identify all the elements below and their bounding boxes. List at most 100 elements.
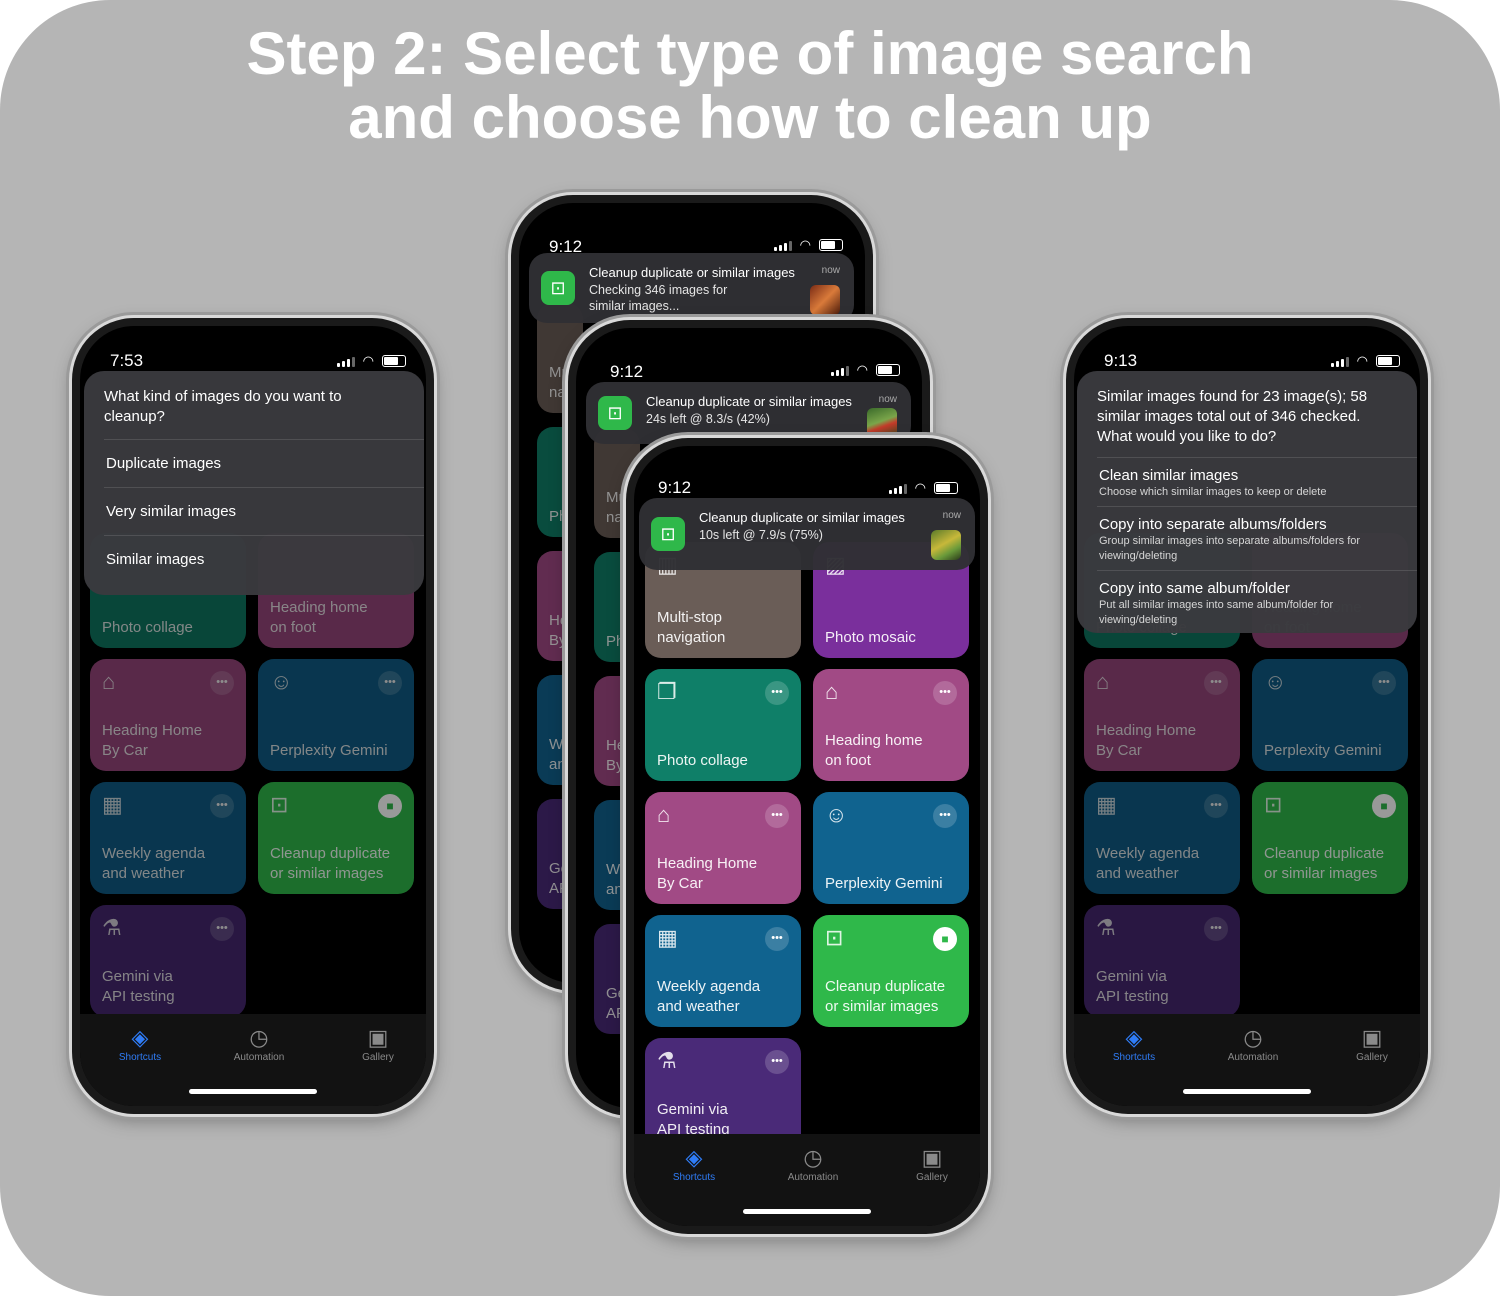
more-icon[interactable]: ••• bbox=[765, 1050, 789, 1074]
status-time: 9:12 bbox=[610, 362, 644, 381]
option-title: Copy into same album/folder bbox=[1099, 580, 1290, 597]
notification-body: Checking 346 images for similar images..… bbox=[589, 283, 728, 313]
gallery-icon: ▣ bbox=[1361, 1025, 1383, 1050]
battery-icon bbox=[382, 355, 406, 367]
house-icon: ⌂ bbox=[825, 679, 839, 704]
house-icon: ⌂ bbox=[657, 802, 671, 827]
wifi-icon: ◠ bbox=[856, 362, 868, 377]
tab-automation[interactable]: ◷ Automation bbox=[768, 1144, 858, 1183]
signal-icon bbox=[830, 365, 849, 376]
more-icon[interactable]: ••• bbox=[933, 681, 957, 705]
tile-photo-collage[interactable]: ❐ ••• Photo collage bbox=[645, 669, 801, 781]
tile-cleanup-duplicate[interactable]: ⊡ ■ Cleanup duplicate or similar images bbox=[813, 915, 969, 1027]
tile-perplexity-gemini[interactable]: ☺ ••• Perplexity Gemini bbox=[1252, 659, 1408, 771]
tab-shortcuts[interactable]: ◈ Shortcuts bbox=[649, 1144, 739, 1183]
notification-time: now bbox=[878, 394, 897, 405]
notification-thumbnail bbox=[810, 285, 840, 315]
menu-option-very-similar[interactable]: Very similar images bbox=[104, 487, 424, 535]
wifi-icon: ◠ bbox=[1356, 353, 1368, 368]
brain-icon: ☺ bbox=[270, 669, 293, 694]
battery-icon bbox=[876, 364, 900, 376]
notification-banner[interactable]: ⊡ Cleanup duplicate or similar images Ch… bbox=[529, 253, 854, 323]
headline-line-1: Step 2: Select type of image search bbox=[246, 20, 1254, 87]
home-indicator[interactable] bbox=[1183, 1089, 1311, 1094]
notification-thumbnail bbox=[931, 530, 961, 560]
tile-weekly-agenda[interactable]: ▦ ••• Weekly agenda and weather bbox=[1084, 782, 1240, 894]
notification-body: 10s left @ 7.9/s (75%) bbox=[699, 528, 823, 542]
notification-title: Cleanup duplicate or similar images bbox=[589, 265, 795, 280]
menu-option-similar[interactable]: Similar images bbox=[104, 535, 424, 583]
more-icon[interactable]: ••• bbox=[765, 681, 789, 705]
menu-question: What kind of images do you want to clean… bbox=[104, 388, 342, 425]
tile-cleanup-duplicate[interactable]: ⊡ ■ Cleanup duplicate or similar images bbox=[258, 782, 414, 894]
tile-perplexity-gemini[interactable]: ☺ ••• Perplexity Gemini bbox=[813, 792, 969, 904]
tab-automation[interactable]: ◷ Automation bbox=[214, 1024, 304, 1063]
status-time: 7:53 bbox=[110, 351, 144, 370]
battery-icon bbox=[1376, 355, 1400, 367]
option-title: Copy into separate albums/folders bbox=[1099, 516, 1327, 533]
more-icon[interactable]: ••• bbox=[765, 927, 789, 951]
stop-icon[interactable]: ■ bbox=[933, 927, 957, 951]
scan-camera-icon: ⊡ bbox=[1264, 792, 1283, 817]
calendar-icon: ▦ bbox=[102, 792, 123, 817]
stop-icon[interactable]: ■ bbox=[1372, 794, 1396, 818]
more-icon[interactable]: ••• bbox=[765, 804, 789, 828]
status-icons: ◠ bbox=[830, 362, 900, 378]
more-icon[interactable]: ••• bbox=[1372, 671, 1396, 695]
stack-icon: ◈ bbox=[131, 1025, 149, 1050]
tab-gallery[interactable]: ▣ Gallery bbox=[333, 1024, 423, 1063]
phone-left: 7:53 ◠ Photo collage Heading home on foo… bbox=[72, 318, 434, 1114]
stop-icon[interactable]: ■ bbox=[378, 794, 402, 818]
menu-option-duplicate[interactable]: Duplicate images bbox=[104, 439, 424, 487]
notification-thumbnail bbox=[867, 408, 897, 438]
wifi-icon: ◠ bbox=[799, 237, 811, 252]
tile-weekly-agenda[interactable]: ▦ ••• Weekly agenda and weather bbox=[645, 915, 801, 1027]
notification-banner[interactable]: ⊡ Cleanup duplicate or similar images 24… bbox=[586, 382, 911, 444]
more-icon[interactable]: ••• bbox=[933, 804, 957, 828]
phone-front-screen: 9:12 ◠ ▥ Multi-stop navigation ▨ Photo m… bbox=[634, 446, 980, 1226]
notification-banner[interactable]: ⊡ Cleanup duplicate or similar images 10… bbox=[639, 498, 975, 570]
home-indicator[interactable] bbox=[743, 1209, 871, 1214]
more-icon[interactable]: ••• bbox=[210, 794, 234, 818]
option-subtitle: Put all similar images into same album/f… bbox=[1099, 599, 1334, 626]
notification-time: now bbox=[821, 265, 840, 276]
more-icon[interactable]: ••• bbox=[210, 917, 234, 941]
microscope-icon: ⚗ bbox=[1096, 915, 1116, 940]
tile-cleanup-duplicate[interactable]: ⊡ ■ Cleanup duplicate or similar images bbox=[1252, 782, 1408, 894]
more-icon[interactable]: ••• bbox=[1204, 671, 1228, 695]
tab-gallery[interactable]: ▣ Gallery bbox=[887, 1144, 977, 1183]
more-icon[interactable]: ••• bbox=[378, 671, 402, 695]
menu-option-same-album[interactable]: Copy into same album/folder Put all simi… bbox=[1097, 570, 1417, 634]
status-icons: ◠ bbox=[1330, 353, 1400, 369]
phone-front: 9:12 ◠ ▥ Multi-stop navigation ▨ Photo m… bbox=[626, 438, 988, 1234]
headline-line-2: and choose how to clean up bbox=[348, 84, 1152, 151]
tab-shortcuts[interactable]: ◈ Shortcuts bbox=[1089, 1024, 1179, 1063]
tab-shortcuts[interactable]: ◈ Shortcuts bbox=[95, 1024, 185, 1063]
tile-perplexity-gemini[interactable]: ☺ ••• Perplexity Gemini bbox=[258, 659, 414, 771]
tile-heading-home-by-car[interactable]: ⌂ ••• Heading Home By Car bbox=[1084, 659, 1240, 771]
clock-check-icon: ◷ bbox=[803, 1145, 823, 1170]
home-indicator[interactable] bbox=[189, 1089, 317, 1094]
more-icon[interactable]: ••• bbox=[1204, 917, 1228, 941]
tab-bar: ◈ Shortcuts ◷ Automation ▣ Gallery bbox=[634, 1134, 980, 1226]
status-time: 9:13 bbox=[1104, 351, 1138, 370]
headline: Step 2: Select type of image search and … bbox=[0, 22, 1500, 150]
notification-title: Cleanup duplicate or similar images bbox=[646, 394, 852, 409]
tile-heading-home-on-foot[interactable]: ⌂ ••• Heading home on foot bbox=[813, 669, 969, 781]
tile-gemini-api[interactable]: ⚗ ••• Gemini via API testing bbox=[90, 905, 246, 1017]
tile-weekly-agenda[interactable]: ▦ ••• Weekly agenda and weather bbox=[90, 782, 246, 894]
more-icon[interactable]: ••• bbox=[1204, 794, 1228, 818]
tab-automation[interactable]: ◷ Automation bbox=[1208, 1024, 1298, 1063]
tile-heading-home-by-car[interactable]: ⌂ ••• Heading Home By Car bbox=[90, 659, 246, 771]
status-time: 9:12 bbox=[658, 478, 692, 497]
status-icons: ◠ bbox=[336, 353, 406, 369]
gallery-icon: ▣ bbox=[921, 1145, 943, 1170]
tile-heading-home-by-car[interactable]: ⌂ ••• Heading Home By Car bbox=[645, 792, 801, 904]
menu-option-separate-albums[interactable]: Copy into separate albums/folders Group … bbox=[1097, 506, 1417, 570]
menu-option-clean-similar[interactable]: Clean similar images Choose which simila… bbox=[1097, 457, 1417, 506]
choose-menu: What kind of images do you want to clean… bbox=[84, 371, 424, 595]
scan-camera-icon: ⊡ bbox=[825, 925, 844, 950]
tile-gemini-api[interactable]: ⚗ ••• Gemini via API testing bbox=[1084, 905, 1240, 1017]
more-icon[interactable]: ••• bbox=[210, 671, 234, 695]
tab-gallery[interactable]: ▣ Gallery bbox=[1327, 1024, 1417, 1063]
